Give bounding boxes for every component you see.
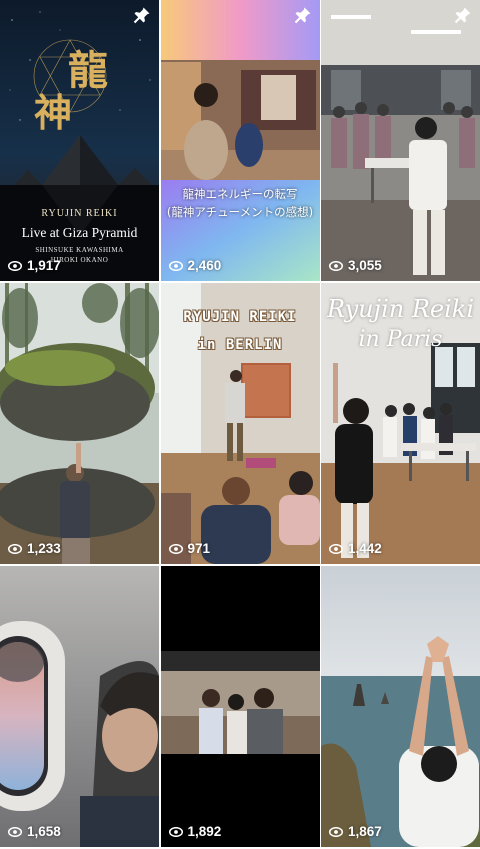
view-count: 1,867	[329, 824, 382, 839]
view-count: 1,892	[168, 824, 222, 839]
pushpin-icon	[294, 7, 310, 24]
thumbnail-airplane-window	[0, 566, 159, 847]
thumbnail-caption-line-2: Live at Giza Pyramid	[21, 225, 138, 240]
pushpin-icon	[454, 7, 471, 24]
kanji-dragon: 龍	[68, 47, 108, 94]
thumbnail-paris-session	[321, 283, 480, 564]
view-count-value: 3,055	[348, 258, 382, 273]
thumbnail-sea-cliff	[321, 566, 480, 847]
view-count-value: 2,460	[187, 258, 222, 273]
video-grid: 龍 神 RYUJIN REIKI Live at Giza Pyramid SH…	[0, 0, 480, 849]
thumbnail-group-photo	[160, 566, 320, 847]
play-outline-icon	[8, 543, 22, 554]
view-count: 2,460	[168, 258, 222, 273]
play-outline-icon	[329, 826, 343, 837]
video-tile-5[interactable]: RYUJIN REIKI in BERLIN 971	[160, 283, 320, 564]
video-tile-4[interactable]: 1,233	[0, 283, 159, 564]
kanji-god: 神	[34, 90, 73, 135]
view-count: 1,658	[8, 824, 61, 839]
thumbnail-caption-line-2: (龍神アチューメントの感想)	[166, 205, 314, 219]
play-outline-icon	[168, 543, 183, 554]
play-outline-icon	[168, 826, 183, 837]
thumbnail-attunement	[160, 0, 320, 281]
thumbnail-workshop-room	[321, 0, 480, 281]
view-count: 3,055	[329, 258, 382, 273]
view-count: 971	[168, 541, 211, 556]
pushpin-icon	[133, 7, 150, 24]
view-count: 1,442	[329, 541, 382, 556]
video-tile-3[interactable]: 3,055	[321, 0, 480, 281]
play-outline-icon	[168, 260, 183, 271]
video-tile-1[interactable]: 龍 神 RYUJIN REIKI Live at Giza Pyramid SH…	[0, 0, 159, 281]
play-outline-icon	[329, 543, 343, 554]
thumbnail-caption-line-1: RYUJIN REIKI	[41, 208, 118, 219]
thumbnail-berlin-session	[160, 283, 320, 564]
play-outline-icon	[8, 260, 22, 271]
view-count-value: 1,658	[27, 824, 61, 839]
view-count: 1,233	[8, 541, 61, 556]
thumbnail-caption-line-2: in Paris	[358, 327, 443, 352]
view-count-value: 1,233	[27, 541, 61, 556]
view-count-value: 971	[187, 541, 211, 556]
thumbnail-caption-line-3: SHINSUKE KAWASHIMA	[35, 246, 124, 254]
video-tile-9[interactable]: 1,867	[321, 566, 480, 847]
video-tile-2[interactable]: 龍神エネルギーの転写 (龍神アチューメントの感想) 2,460	[160, 0, 320, 281]
view-count-value: 1,442	[348, 541, 382, 556]
play-outline-icon	[8, 826, 22, 837]
view-count: 1,917	[8, 258, 61, 273]
video-tile-6[interactable]: Ryujin Reiki in Paris 1,442	[321, 283, 480, 564]
play-outline-icon	[329, 260, 343, 271]
thumbnail-balanced-rock	[0, 283, 159, 564]
video-tile-8[interactable]: 1,892	[160, 566, 320, 847]
thumbnail-caption-line-2: in BERLIN	[197, 337, 283, 353]
thumbnail-caption-line-1: 龍神エネルギーの転写	[182, 187, 298, 201]
view-count-value: 1,917	[27, 258, 61, 273]
video-tile-7[interactable]: 1,658	[0, 566, 159, 847]
thumbnail-caption-line-1: RYUJIN REIKI	[183, 309, 297, 325]
view-count-value: 1,867	[348, 824, 382, 839]
view-count-value: 1,892	[187, 824, 222, 839]
thumbnail-caption-line-1: Ryujin Reiki	[326, 295, 475, 323]
